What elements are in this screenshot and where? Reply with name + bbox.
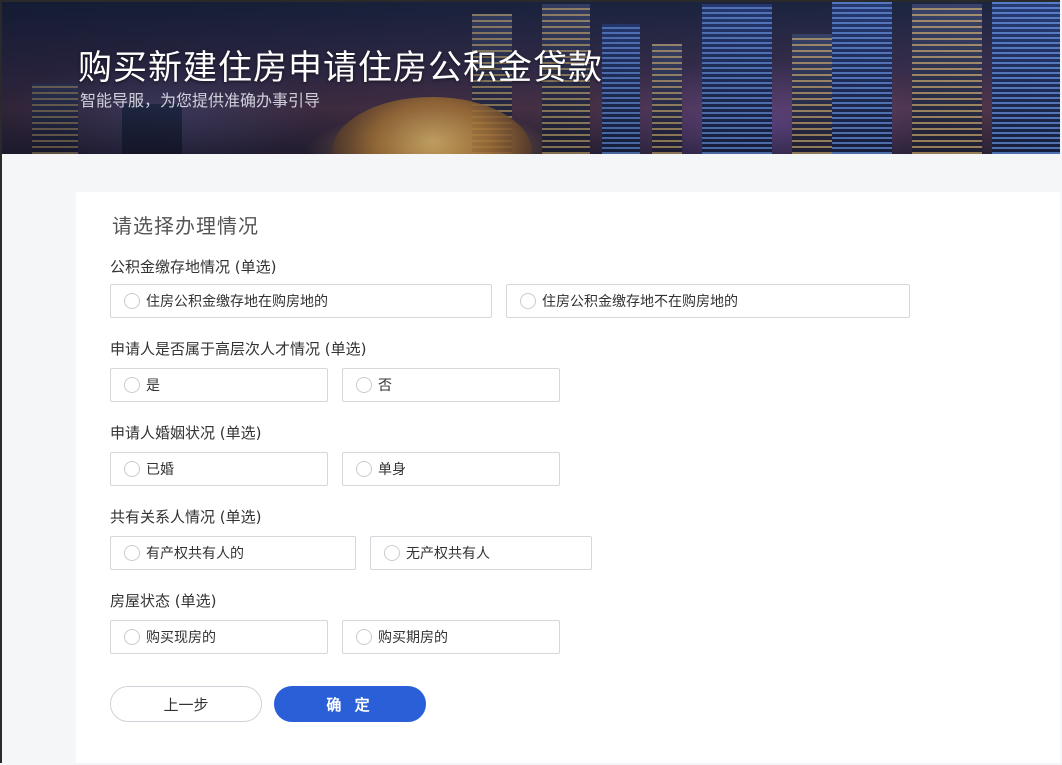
question-label-high-level-talent: 申请人是否属于高层次人才情况 (单选): [110, 340, 367, 358]
option-talent-yes[interactable]: 是: [110, 368, 328, 402]
page-title: 购买新建住房申请住房公积金贷款: [78, 48, 603, 88]
confirm-button[interactable]: 确 定: [274, 686, 426, 722]
option-label: 购买期房的: [378, 630, 448, 646]
previous-step-button[interactable]: 上一步: [110, 686, 262, 722]
radio-unchecked-icon[interactable]: [356, 629, 372, 645]
radio-unchecked-icon[interactable]: [124, 545, 140, 561]
page-subtitle: 智能导服，为您提供准确办事引导: [80, 91, 321, 110]
option-has-co-owner[interactable]: 有产权共有人的: [110, 536, 356, 570]
radio-unchecked-icon[interactable]: [124, 461, 140, 477]
option-label: 住房公积金缴存地不在购房地的: [542, 294, 738, 310]
option-label: 已婚: [146, 462, 174, 478]
option-existing-house[interactable]: 购买现房的: [110, 620, 328, 654]
question-label-house-status: 房屋状态 (单选): [110, 592, 217, 610]
option-married[interactable]: 已婚: [110, 452, 328, 486]
radio-unchecked-icon[interactable]: [520, 293, 536, 309]
header-banner: 购买新建住房申请住房公积金贷款 智能导服，为您提供准确办事引导: [2, 2, 1060, 154]
radio-unchecked-icon[interactable]: [384, 545, 400, 561]
section-title: 请选择办理情况: [112, 214, 259, 238]
radio-unchecked-icon[interactable]: [356, 377, 372, 393]
option-label: 无产权共有人: [406, 546, 490, 562]
option-deposit-in-purchase-city[interactable]: 住房公积金缴存地在购房地的: [110, 284, 492, 318]
option-label: 有产权共有人的: [146, 546, 244, 562]
question-label-marital-status: 申请人婚姻状况 (单选): [110, 424, 262, 442]
option-label: 住房公积金缴存地在购房地的: [146, 294, 328, 310]
form-card: 请选择办理情况 公积金缴存地情况 (单选) 住房公积金缴存地在购房地的 住房公积…: [76, 192, 1060, 763]
radio-unchecked-icon[interactable]: [124, 377, 140, 393]
option-deposit-not-in-purchase-city[interactable]: 住房公积金缴存地不在购房地的: [506, 284, 910, 318]
radio-unchecked-icon[interactable]: [356, 461, 372, 477]
radio-unchecked-icon[interactable]: [124, 629, 140, 645]
option-off-plan-house[interactable]: 购买期房的: [342, 620, 560, 654]
question-label-co-owner: 共有关系人情况 (单选): [110, 508, 262, 526]
question-label-deposit-location: 公积金缴存地情况 (单选): [110, 258, 277, 276]
option-label: 购买现房的: [146, 630, 216, 646]
option-label: 否: [378, 378, 392, 394]
app-window: 购买新建住房申请住房公积金贷款 智能导服，为您提供准确办事引导 请选择办理情况 …: [0, 0, 1060, 763]
option-label: 是: [146, 378, 160, 394]
option-no-co-owner[interactable]: 无产权共有人: [370, 536, 592, 570]
radio-unchecked-icon[interactable]: [124, 293, 140, 309]
option-talent-no[interactable]: 否: [342, 368, 560, 402]
option-single[interactable]: 单身: [342, 452, 560, 486]
option-label: 单身: [378, 462, 406, 478]
